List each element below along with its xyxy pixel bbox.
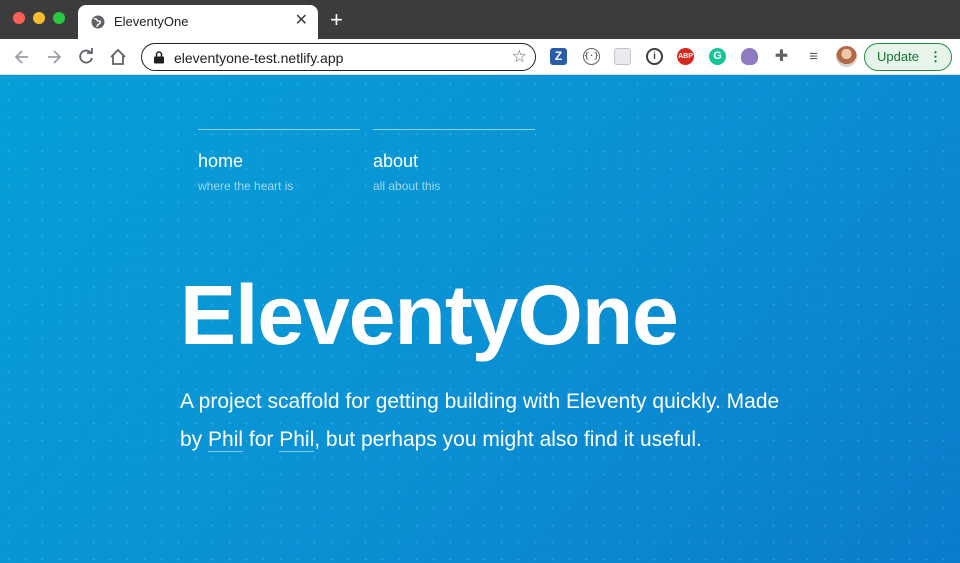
extensions-puzzle-icon[interactable]: ✚ xyxy=(773,48,790,65)
profile-avatar[interactable] xyxy=(836,46,857,67)
hero-text: for xyxy=(243,428,280,451)
update-button[interactable]: Update ⋮ xyxy=(864,43,952,71)
document-extension-icon[interactable] xyxy=(614,48,631,65)
zotero-extension-icon[interactable]: Z xyxy=(550,48,567,65)
json-extension-icon[interactable]: {·} xyxy=(583,48,600,65)
tab-title: EleventyOne xyxy=(114,14,189,29)
window-minimize-button[interactable] xyxy=(33,12,45,24)
home-icon[interactable] xyxy=(108,47,128,67)
adblock-extension-icon[interactable]: ABP xyxy=(677,48,694,65)
new-tab-button[interactable]: + xyxy=(330,9,343,31)
forward-icon[interactable] xyxy=(44,47,64,67)
browser-tabstrip: EleventyOne ✕ + xyxy=(0,0,960,39)
hero-text: , but perhaps you might also find it use… xyxy=(314,428,702,451)
nav-item-label: home xyxy=(198,151,244,171)
nav-item-sublabel: all about this xyxy=(373,179,441,193)
phil-link[interactable]: Phil xyxy=(208,428,244,452)
nav-item-label: about xyxy=(373,151,419,171)
window-close-button[interactable] xyxy=(13,12,25,24)
page-viewport: home where the heart is about all about … xyxy=(0,75,960,563)
update-button-label: Update xyxy=(877,49,919,64)
menu-kebab-icon[interactable]: ⋮ xyxy=(929,44,942,70)
window-maximize-button[interactable] xyxy=(53,12,65,24)
phil-link[interactable]: Phil xyxy=(279,428,315,452)
bookmark-star-icon[interactable]: ☆ xyxy=(512,48,527,66)
nav-item-about[interactable]: about all about this xyxy=(373,129,535,193)
globe-icon xyxy=(91,15,105,29)
hero-title: EleventyOne xyxy=(180,268,679,362)
nav-item-sublabel: where the heart is xyxy=(198,179,294,193)
browser-toolbar: eleventyone-test.netlify.app ☆ Z {·} i A… xyxy=(0,39,960,75)
grammarly-extension-icon[interactable]: G xyxy=(709,48,726,65)
tab-close-icon[interactable]: ✕ xyxy=(295,12,308,30)
url-text[interactable]: eleventyone-test.netlify.app xyxy=(174,50,343,66)
hero-description: A project scaffold for getting building … xyxy=(180,383,780,459)
lock-icon[interactable] xyxy=(153,51,165,64)
media-queue-icon[interactable]: ≡ xyxy=(805,48,822,65)
nav-item-home[interactable]: home where the heart is xyxy=(198,129,360,193)
info-extension-icon[interactable]: i xyxy=(646,48,663,65)
reload-icon[interactable] xyxy=(76,47,96,67)
octotree-extension-icon[interactable] xyxy=(741,48,758,65)
address-bar[interactable]: eleventyone-test.netlify.app ☆ xyxy=(141,43,536,71)
browser-tab[interactable]: EleventyOne ✕ xyxy=(78,5,318,39)
back-icon[interactable] xyxy=(12,47,32,67)
